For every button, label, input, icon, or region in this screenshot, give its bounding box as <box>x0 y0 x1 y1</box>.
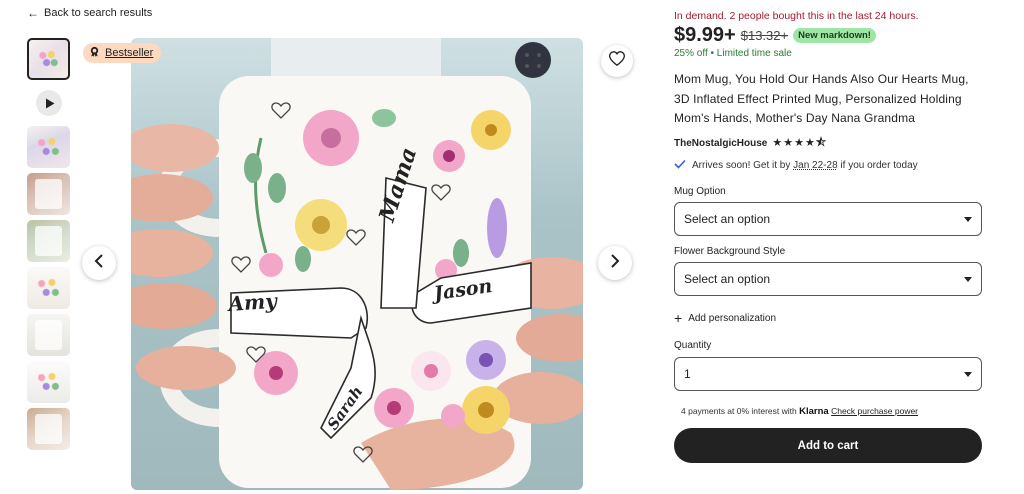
thumbnail-7[interactable] <box>27 361 70 403</box>
caret-down-icon <box>964 371 972 377</box>
check-icon <box>674 159 686 172</box>
next-image-button[interactable] <box>598 246 632 280</box>
add-to-cart-button[interactable]: Add to cart <box>674 428 982 463</box>
quantity-label: Quantity <box>674 340 712 351</box>
play-icon <box>35 90 62 116</box>
bestseller-label: Bestseller <box>105 47 154 59</box>
previous-image-button[interactable] <box>82 246 116 280</box>
back-link-label: Back to search results <box>44 7 153 19</box>
shop-row: TheNostalgicHouse ★★★★⯪ <box>674 134 827 153</box>
price-row: $9.99+ $13.32+ New markdown! <box>674 24 876 47</box>
thumbnail-8[interactable] <box>27 408 70 450</box>
shop-name-link[interactable]: TheNostalgicHouse <box>674 138 767 149</box>
klarna-info: 4 payments at 0% interest with Klarna Ch… <box>681 406 918 417</box>
add-personalization-button[interactable]: + Add personalization <box>674 311 776 325</box>
caret-down-icon <box>964 276 972 282</box>
bestseller-badge: Bestseller <box>83 43 162 63</box>
flower-style-label: Flower Background Style <box>674 246 786 257</box>
flower-style-select[interactable]: Select an option <box>674 262 982 296</box>
award-icon <box>89 46 100 60</box>
back-to-search-link[interactable]: ← Back to search results <box>27 7 152 19</box>
thumbnail-4[interactable] <box>27 220 70 262</box>
demand-notice: In demand. 2 people bought this in the l… <box>674 10 919 22</box>
mug-option-value: Select an option <box>684 212 771 226</box>
thumbnail-6[interactable] <box>27 314 70 356</box>
favorite-button[interactable] <box>601 45 633 77</box>
rating-stars[interactable]: ★★★★⯪ <box>772 134 827 153</box>
quantity-select[interactable]: 1 <box>674 357 982 391</box>
chevron-left-icon <box>94 253 104 273</box>
add-to-cart-label: Add to cart <box>797 439 859 452</box>
chevron-right-icon <box>610 253 620 273</box>
thumbnail-5[interactable] <box>27 267 70 309</box>
arrival-dates[interactable]: Jan 22-28 <box>793 160 837 171</box>
flower-style-value: Select an option <box>684 272 771 286</box>
thumbnail-2[interactable] <box>27 126 70 168</box>
klarna-logo: Klarna <box>799 406 829 417</box>
product-title: Mom Mug, You Hold Our Hands Also Our Hea… <box>674 72 969 125</box>
heart-icon <box>608 51 626 71</box>
klarna-prefix: 4 payments at 0% interest with <box>681 406 800 416</box>
plus-icon: + <box>674 310 683 326</box>
thumbnail-1[interactable] <box>27 38 70 80</box>
arrow-left-icon: ← <box>27 6 39 20</box>
sale-info: 25% off • Limited time sale <box>674 48 792 59</box>
arrival-estimate: Arrives soon! Get it by Jan 22-28 if you… <box>674 159 918 172</box>
mug-option-select[interactable]: Select an option <box>674 202 982 236</box>
thumbnail-3[interactable] <box>27 173 70 215</box>
thumbnail-strip <box>27 38 71 450</box>
thumbnail-video[interactable] <box>27 85 70 121</box>
add-personalization-label: Add personalization <box>688 312 777 324</box>
mug-name-amy: Amy <box>226 289 279 317</box>
current-price: $9.99+ <box>674 24 736 46</box>
caret-down-icon <box>964 216 972 222</box>
markdown-badge: New markdown! <box>793 28 876 43</box>
arrival-prefix: Arrives soon! Get it by <box>692 160 794 171</box>
arrival-suffix: if you order today <box>837 160 918 171</box>
original-price: $13.32+ <box>740 28 789 43</box>
main-product-image[interactable]: Amy Jason Mama Sarah <box>131 38 583 490</box>
mug-option-label: Mug Option <box>674 186 726 197</box>
quantity-value: 1 <box>684 367 691 381</box>
check-purchase-power-link[interactable]: Check purchase power <box>831 406 918 416</box>
